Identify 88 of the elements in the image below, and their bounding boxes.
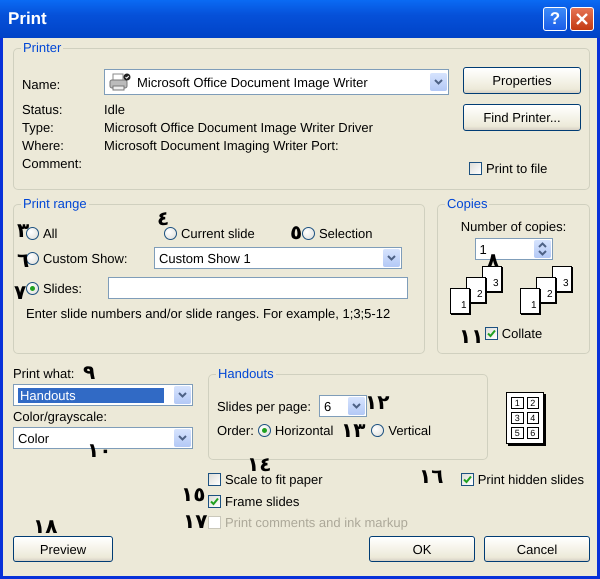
- radio-label: All: [43, 226, 58, 240]
- print-what-dropdown[interactable]: Handouts: [13, 384, 193, 406]
- checkbox[interactable]: [484, 327, 498, 340]
- spinner-value: 1: [480, 242, 488, 256]
- radio-button[interactable]: [302, 226, 315, 240]
- properties-button[interactable]: Properties: [463, 67, 581, 94]
- page-number: 3: [511, 412, 524, 424]
- close-icon[interactable]: [576, 13, 588, 25]
- field-value: Microsoft Document Imaging Writer Port:: [104, 138, 340, 153]
- checkbox[interactable]: [460, 473, 474, 486]
- annotation-number: ٤: [157, 208, 170, 228]
- field-label: Type:: [22, 120, 55, 135]
- annotation-number: ١٢: [365, 392, 390, 412]
- annotation-number: ٥: [290, 222, 302, 242]
- checkbox[interactable]: [208, 473, 221, 486]
- page-number: 1: [520, 288, 540, 314]
- field-label: Name:: [22, 76, 62, 92]
- combo-value: Microsoft Office Document Image Writer: [137, 74, 369, 90]
- field-label: Number of copies:: [460, 219, 566, 234]
- spinner-arrows-icon[interactable]: [534, 240, 550, 258]
- slides-field[interactable]: [108, 277, 408, 299]
- page-number: 5: [511, 427, 524, 439]
- checkmark-icon: [462, 475, 472, 484]
- checkbox[interactable]: [469, 162, 482, 175]
- combo-value: Color: [18, 430, 50, 446]
- hint-text: Enter slide numbers and/or slide ranges. For example, 1;3;5-12: [26, 305, 392, 322]
- field-label: Where:: [22, 138, 65, 153]
- annotation-number: ١١: [459, 326, 484, 346]
- radio-label: Horizontal: [274, 423, 334, 438]
- checkbox-label: Print to file: [486, 161, 548, 176]
- page-number: 2: [526, 397, 539, 409]
- find-printer-button[interactable]: Find Printer...: [463, 104, 581, 131]
- checkbox-label: Collate: [502, 326, 542, 341]
- annotation-number: ٦: [17, 250, 30, 270]
- radio-button[interactable]: [258, 424, 271, 437]
- checkbox-label: Print hidden slides: [478, 472, 584, 487]
- close-button[interactable]: [570, 7, 594, 31]
- custom-show-dropdown[interactable]: Custom Show 1: [154, 247, 402, 269]
- radio-button[interactable]: [26, 282, 39, 294]
- annotation-number: ٣: [17, 220, 30, 240]
- annotation-number: ٧: [14, 282, 26, 302]
- group-title: Copies: [447, 196, 488, 211]
- combo-value: 6: [324, 398, 332, 414]
- radio-button[interactable]: [371, 424, 384, 437]
- annotation-number: ١٨: [33, 516, 58, 536]
- group-title: Handouts: [218, 366, 274, 381]
- page-number: 1: [511, 397, 524, 409]
- page-number: 4: [526, 412, 539, 424]
- annotation-number: ١٧: [183, 511, 208, 531]
- printer-dropdown[interactable]: Microsoft Office Document Image Writer: [104, 69, 449, 95]
- field-value: Microsoft Office Document Image Writer Driver: [104, 120, 374, 135]
- printer-icon: [109, 73, 131, 91]
- field-label: Order:: [217, 423, 254, 438]
- help-button[interactable]: ?: [543, 7, 567, 31]
- checkbox-label: Frame slides: [225, 494, 300, 509]
- cancel-button[interactable]: Cancel: [484, 536, 590, 562]
- combo-value: Custom Show 1: [159, 250, 252, 266]
- page-number: 1: [450, 288, 470, 314]
- field-label: Print what:: [13, 366, 74, 381]
- checkmark-icon: [210, 497, 219, 506]
- field-value: Idle: [104, 102, 126, 117]
- annotation-number: ١٥: [181, 484, 206, 504]
- annotation-number: ١٦: [419, 466, 444, 486]
- field-label: Comment:: [22, 156, 83, 171]
- radio-label: Vertical: [388, 423, 432, 438]
- checkbox[interactable]: [208, 495, 221, 508]
- checkmark-icon: [486, 329, 496, 338]
- page-number: 6: [526, 427, 539, 439]
- radio-label: Slides:: [43, 280, 82, 296]
- preview-button[interactable]: Preview: [13, 536, 113, 562]
- annotation-number: ١٣: [341, 420, 366, 440]
- checkbox-label: Scale to fit paper: [225, 472, 323, 487]
- annotation-number: ٩: [83, 362, 96, 382]
- radio-label: Custom Show:: [43, 250, 128, 266]
- annotation-number: ١٤: [247, 454, 272, 474]
- field-label: Status:: [22, 102, 64, 117]
- ok-button[interactable]: OK: [369, 536, 475, 562]
- field-label: Slides per page:: [217, 398, 311, 414]
- slides-per-page-dropdown[interactable]: 6: [318, 395, 367, 417]
- radio-label: Selection: [319, 226, 372, 240]
- field-label: Color/grayscale:: [13, 409, 107, 424]
- radio-button[interactable]: [164, 226, 177, 240]
- group-title: Print range: [23, 196, 87, 211]
- combo-value: Handouts: [18, 388, 164, 402]
- window-title: Print: [8, 9, 48, 29]
- group-title: Printer: [23, 40, 62, 55]
- radio-label: Current slide: [181, 226, 255, 240]
- checkbox-label: Print comments and ink markup: [225, 515, 408, 530]
